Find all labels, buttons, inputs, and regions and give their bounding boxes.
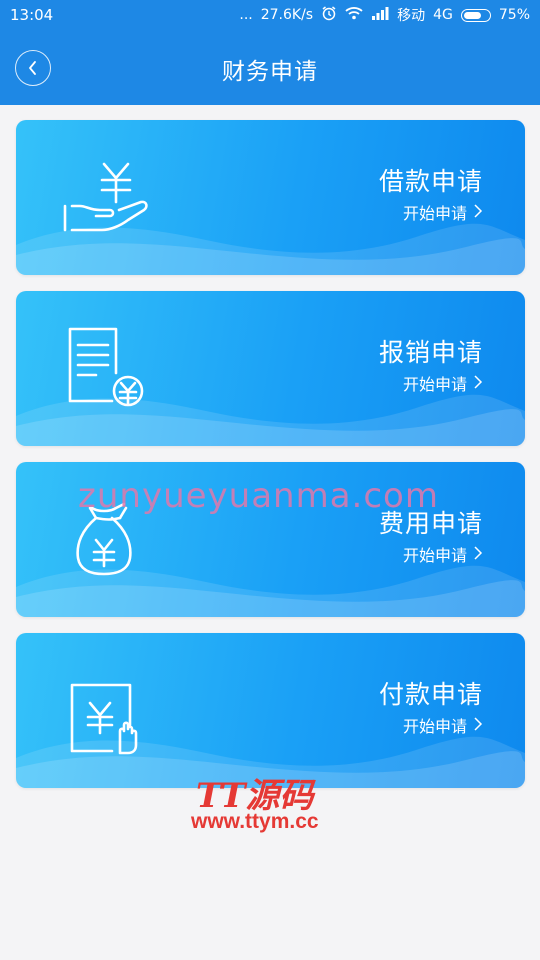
battery-icon (460, 8, 491, 22)
domain-watermark: zunyueyuanma.com (78, 476, 439, 516)
chevron-right-icon (474, 375, 483, 389)
reimbursement-application-card[interactable]: 报销申请 开始申请 (16, 291, 525, 446)
payment-hand-icon (70, 683, 138, 755)
status-dots: ... (239, 7, 253, 23)
loan-application-card[interactable]: 借款申请 开始申请 (16, 120, 525, 275)
start-application-link[interactable]: 开始申请 (403, 542, 467, 566)
chevron-right-icon (474, 204, 483, 218)
card-title: 借款申请 (378, 167, 483, 196)
status-indicators: ... 27.6K/s 移动 4G 75% (239, 5, 530, 25)
card-title: 报销申请 (378, 338, 483, 367)
hand-yuan-icon (63, 162, 148, 232)
battery-percent: 75% (498, 7, 530, 23)
network-type: 4G (433, 7, 453, 23)
chevron-right-icon (474, 546, 483, 560)
network-speed: 27.6K/s (260, 7, 314, 23)
start-application-link[interactable]: 开始申请 (403, 371, 467, 395)
status-time: 13:04 (10, 6, 54, 24)
status-bar: 13:04 ... 27.6K/s 移动 4G 75% (0, 0, 540, 30)
chevron-right-icon (474, 717, 483, 731)
carrier-label: 移动 (397, 8, 426, 24)
alarm-icon (321, 5, 337, 25)
payment-application-card[interactable]: 付款申请 开始申请 (16, 633, 525, 788)
signal-icon (371, 6, 389, 24)
header-bar: 财务申请 (0, 30, 540, 105)
wifi-icon (345, 6, 363, 24)
start-application-link[interactable]: 开始申请 (403, 200, 467, 224)
start-application-link[interactable]: 开始申请 (403, 713, 467, 737)
card-title: 付款申请 (378, 680, 483, 709)
page-title: 财务申请 (222, 59, 318, 85)
brand-url-watermark: www.ttym.cc (191, 810, 319, 833)
document-yuan-icon (68, 327, 144, 407)
